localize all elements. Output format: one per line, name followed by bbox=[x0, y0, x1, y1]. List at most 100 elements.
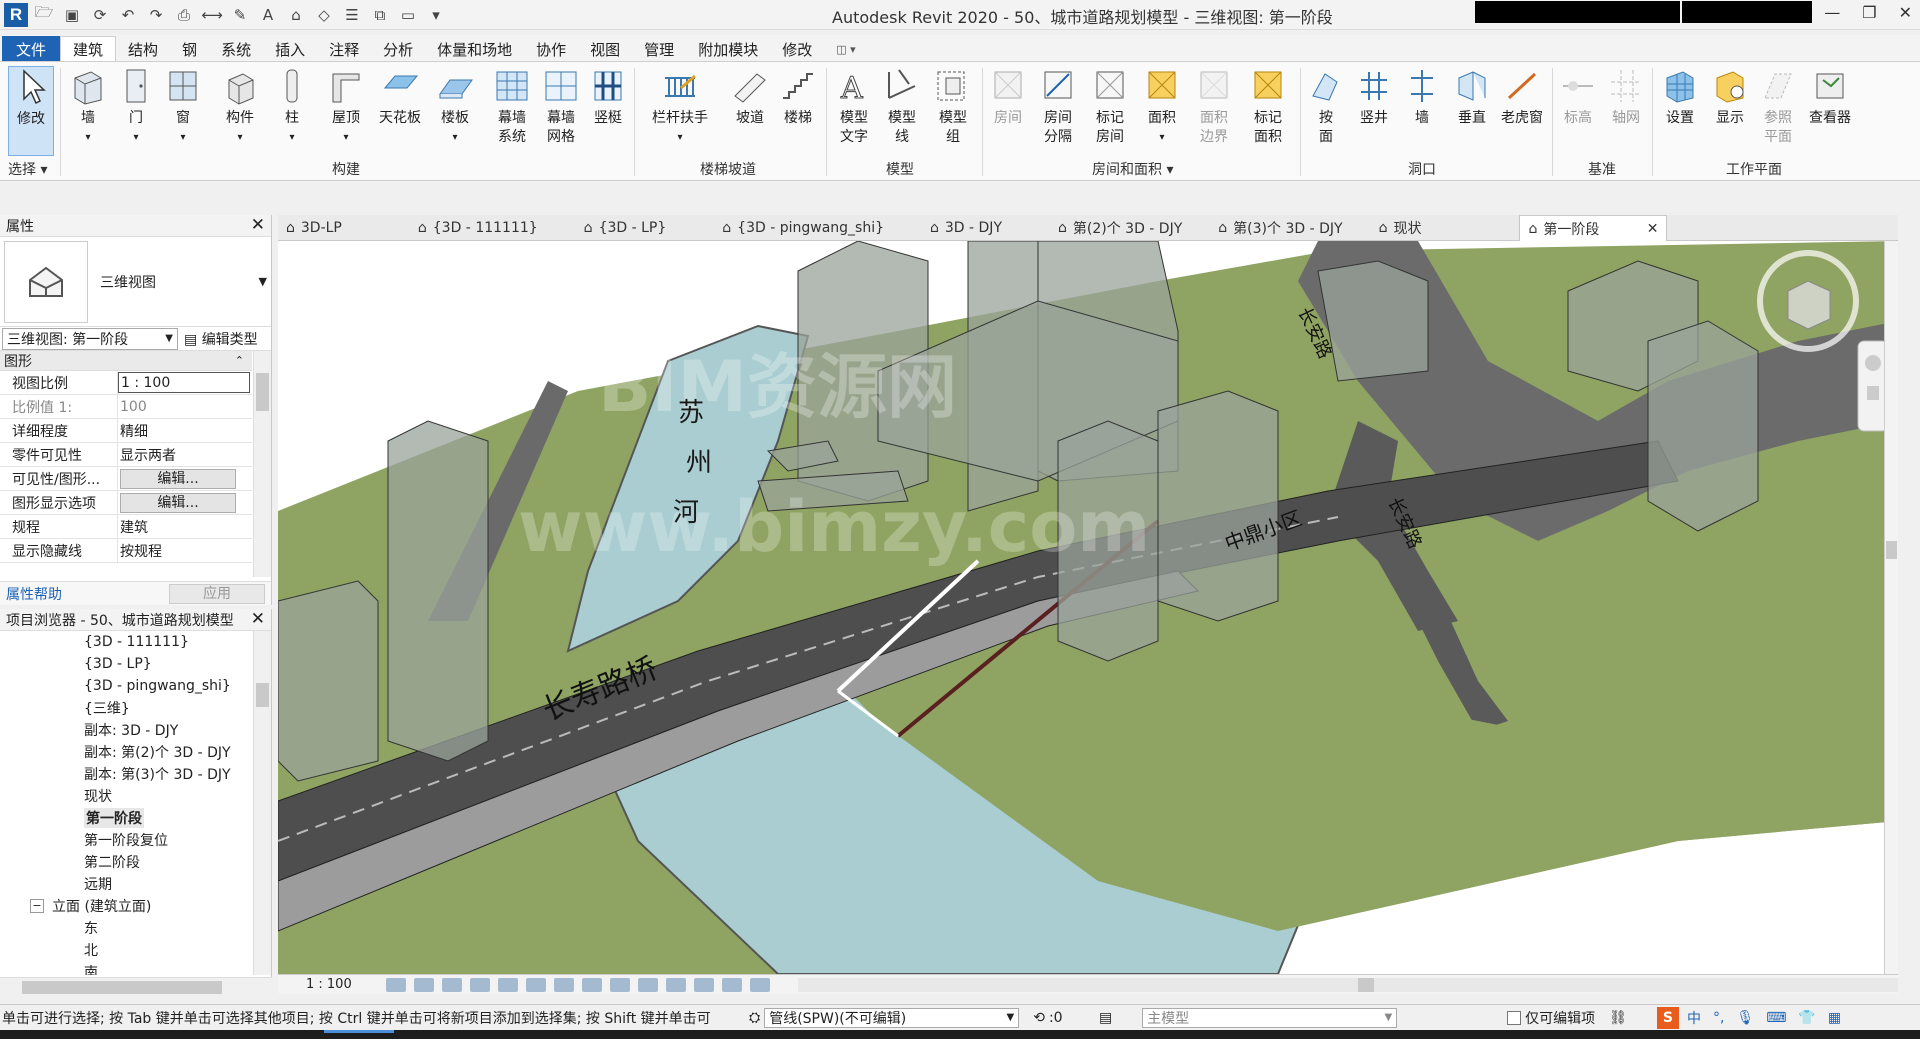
close-hidden-icon[interactable]: ⧉ bbox=[368, 4, 392, 26]
view-tab[interactable]: ⌂ 3D-LP bbox=[278, 215, 350, 241]
highlight-icon[interactable] bbox=[722, 977, 742, 992]
type-selector[interactable]: 三维视图 ▼ bbox=[0, 237, 271, 327]
tree-item[interactable]: 东 bbox=[0, 917, 252, 939]
discipline-field[interactable]: 建筑 bbox=[118, 515, 252, 538]
show-workplane-button[interactable]: 显示 bbox=[1710, 66, 1750, 128]
set-workplane-button[interactable]: 设置 bbox=[1660, 66, 1700, 128]
worksharing-icon[interactable] bbox=[666, 977, 686, 992]
ribbon-minimize-icon[interactable]: ◫ ▾ bbox=[824, 36, 867, 62]
show-crop-icon[interactable] bbox=[554, 977, 574, 992]
temp-hide-icon[interactable] bbox=[610, 977, 630, 992]
graphics-section[interactable]: 图形 ⌃ bbox=[0, 351, 252, 371]
design-options-icon[interactable]: ▤ bbox=[1099, 1010, 1112, 1026]
apply-button[interactable]: 应用 bbox=[169, 583, 265, 604]
grid-menu-icon[interactable]: ▦ bbox=[1828, 1010, 1841, 1026]
text-icon[interactable]: A bbox=[256, 4, 280, 26]
save-icon[interactable]: ▣ bbox=[60, 4, 84, 26]
ramp-button[interactable]: 坡道 bbox=[730, 66, 770, 128]
tab-structure[interactable]: 结构 bbox=[116, 36, 170, 62]
tree-item[interactable]: 北 bbox=[0, 939, 252, 961]
tree-item[interactable]: 第二阶段 bbox=[0, 851, 252, 873]
detail-level-field[interactable]: 精细 bbox=[118, 419, 252, 442]
lock-view-icon[interactable] bbox=[582, 977, 602, 992]
sync-icon[interactable]: ⟳ bbox=[88, 4, 112, 26]
shadows-icon[interactable] bbox=[470, 977, 490, 992]
crop-view-icon[interactable] bbox=[526, 977, 546, 992]
viewport-vscrollbar[interactable] bbox=[1884, 241, 1898, 974]
3d-view-icon[interactable]: ⌂ bbox=[284, 4, 308, 26]
view-tab[interactable]: ⌂ 3D - DJY bbox=[922, 215, 1010, 241]
tab-file[interactable]: 文件 bbox=[2, 36, 61, 62]
print-icon[interactable]: ⎙ bbox=[172, 4, 196, 26]
view-tab-active[interactable]: ⌂ 第一阶段 ✕ bbox=[1519, 215, 1668, 241]
room-separator-button[interactable]: 房间 分隔 bbox=[1036, 66, 1080, 147]
viewer-button[interactable]: 查看器 bbox=[1806, 66, 1854, 128]
dimension-icon[interactable]: ✎ bbox=[228, 4, 252, 26]
select-links-icon[interactable]: ⛓ bbox=[1609, 1010, 1627, 1026]
3d-viewport[interactable]: BIM资源网 www.bimzy.com 苏 州 河 长寿路桥 长安路 长安路 … bbox=[278, 241, 1898, 974]
component-button[interactable]: 构件 ▾ bbox=[218, 66, 262, 147]
tree-item[interactable]: {三维} bbox=[0, 697, 252, 719]
3d-model-view[interactable]: BIM资源网 www.bimzy.com 苏 州 河 长寿路桥 长安路 长安路 … bbox=[278, 241, 1898, 974]
view-tab[interactable]: ⌂ 第(2)个 3D - DJY bbox=[1050, 215, 1190, 241]
opening-by-face-button[interactable]: 按面 bbox=[1306, 66, 1346, 147]
model-group-button[interactable]: 模型组 bbox=[928, 66, 978, 147]
tab-architecture[interactable]: 建筑 bbox=[60, 36, 117, 62]
tree-item[interactable]: 现状 bbox=[0, 785, 252, 807]
view-scale[interactable]: 1 : 100 bbox=[306, 977, 386, 992]
open-icon[interactable]: 🗁 bbox=[32, 3, 56, 26]
editable-only-checkbox[interactable] bbox=[1507, 1010, 1522, 1025]
roof-button[interactable]: 屋顶 ▾ bbox=[324, 66, 368, 147]
thin-lines-icon[interactable]: ☰ bbox=[340, 4, 364, 26]
mullion-button[interactable]: 竖梃 bbox=[588, 66, 628, 128]
tab-steel[interactable]: 钢 bbox=[170, 36, 209, 62]
tab-collaborate[interactable]: 协作 bbox=[524, 36, 578, 62]
browser-hscrollbar[interactable] bbox=[0, 977, 272, 997]
scroll-thumb[interactable] bbox=[22, 981, 222, 994]
customize-qat-icon[interactable]: ▾ bbox=[424, 4, 448, 26]
workset-combo[interactable]: 管线(SPW)(不可编辑) ▼ bbox=[764, 1007, 1020, 1028]
area-boundary-button[interactable]: 面积 边界 bbox=[1192, 66, 1236, 147]
tab-insert[interactable]: 插入 bbox=[263, 36, 317, 62]
tree-item[interactable]: 南 bbox=[0, 961, 252, 975]
viewport-hscrollbar[interactable] bbox=[798, 977, 1898, 992]
measure-icon[interactable]: ⟷ bbox=[200, 4, 224, 26]
parts-visibility-field[interactable]: 显示两者 bbox=[118, 443, 252, 466]
render-icon[interactable] bbox=[498, 977, 518, 992]
browser-vscrollbar[interactable] bbox=[253, 631, 271, 975]
ime-sogou-icon[interactable]: S bbox=[1656, 1006, 1679, 1029]
tree-item-current[interactable]: 第一阶段 bbox=[0, 807, 252, 829]
editing-requests-icon[interactable]: ⟲ bbox=[1033, 1010, 1045, 1026]
tree-item[interactable]: 副本: 第(2)个 3D - DJY bbox=[0, 741, 252, 763]
column-button[interactable]: 柱 ▾ bbox=[272, 66, 312, 147]
tree-item[interactable]: {3D - pingwang_shi} bbox=[0, 675, 252, 697]
close-icon[interactable]: ✕ bbox=[251, 217, 265, 234]
view-scale-field[interactable]: 1 : 100 bbox=[118, 372, 250, 393]
model-text-button[interactable]: A 模型 文字 bbox=[832, 66, 876, 147]
tab-analyze[interactable]: 分析 bbox=[371, 36, 425, 62]
tag-room-button[interactable]: 标记 房间 bbox=[1088, 66, 1132, 147]
wall-button[interactable]: 墙 ▾ bbox=[66, 66, 110, 147]
tab-annotate[interactable]: 注释 bbox=[317, 36, 371, 62]
shaft-button[interactable]: 竖井 bbox=[1354, 66, 1394, 128]
tree-item[interactable]: 第一阶段复位 bbox=[0, 829, 252, 851]
minimize-icon[interactable]: — bbox=[1824, 3, 1840, 22]
reveal-hidden-icon[interactable] bbox=[638, 977, 658, 992]
type-dropdown-icon[interactable]: ▼ bbox=[259, 275, 267, 288]
tab-view[interactable]: 视图 bbox=[578, 36, 632, 62]
area-button[interactable]: 面积 ▾ bbox=[1142, 66, 1182, 147]
restore-icon[interactable]: ❐ bbox=[1862, 3, 1876, 22]
revit-logo-icon[interactable]: R bbox=[4, 2, 28, 27]
scroll-thumb[interactable] bbox=[1886, 541, 1897, 559]
ime-punct-icon[interactable]: °, bbox=[1713, 1010, 1724, 1026]
view-tab[interactable]: ⌂ 第(3)个 3D - DJY bbox=[1210, 215, 1350, 241]
ceiling-button[interactable]: 天花板 bbox=[375, 66, 425, 128]
room-area-group-label[interactable]: 房间和面积 ▾ bbox=[1092, 159, 1173, 179]
close-icon[interactable]: ✕ bbox=[1647, 221, 1659, 237]
tree-item[interactable]: {3D - LP} bbox=[0, 653, 252, 675]
vg-edit-button[interactable]: 编辑... bbox=[120, 468, 236, 489]
tab-massing-site[interactable]: 体量和场地 bbox=[425, 36, 524, 62]
visual-style-icon[interactable] bbox=[414, 977, 434, 992]
modify-button[interactable]: 修改 bbox=[8, 66, 54, 156]
hidden-line-field[interactable]: 按规程 bbox=[118, 539, 252, 562]
